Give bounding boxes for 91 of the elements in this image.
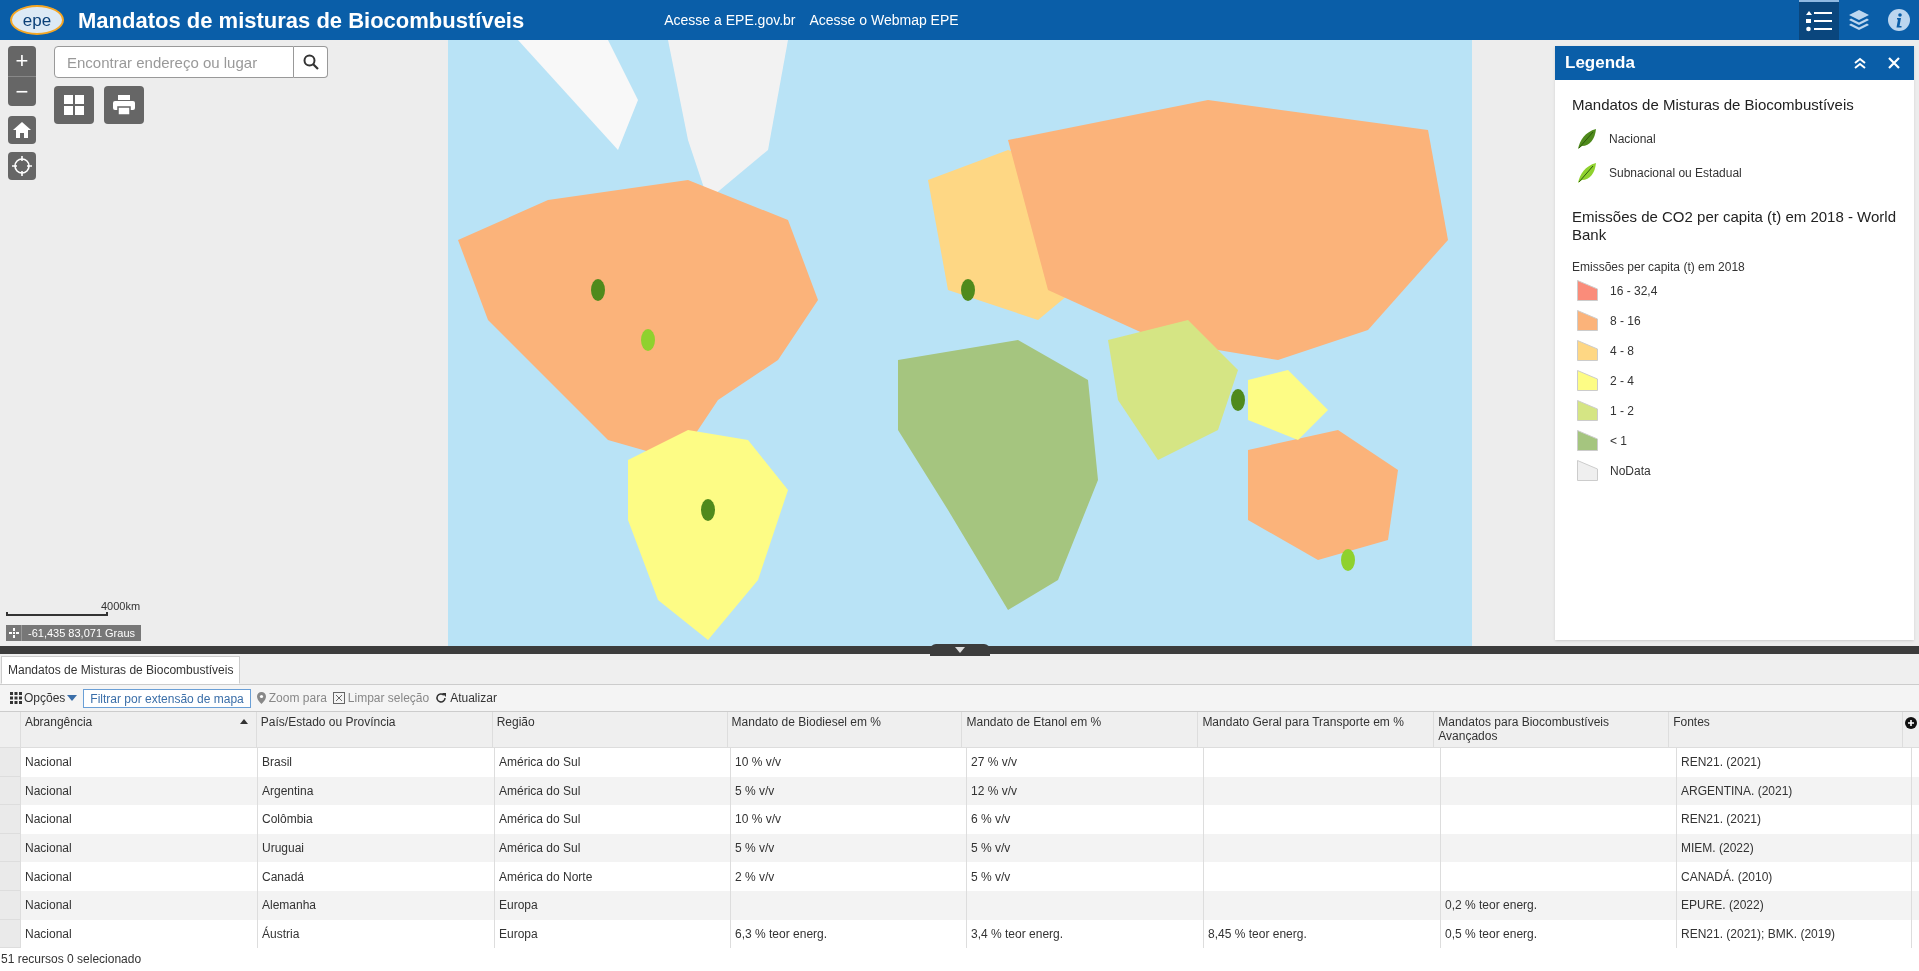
legend-layer-title: Emissões de CO2 per capita (t) em 2018 - World Bank [1572,208,1897,244]
plus-circle-icon [1905,717,1918,729]
column-header[interactable]: Abrangência [20,712,257,747]
layers-icon [1848,9,1870,31]
table-cell: 10 % v/v [731,748,967,777]
print-button[interactable] [104,86,144,124]
column-header[interactable]: Fontes [1669,712,1904,747]
column-header[interactable]: Mandato de Biodiesel em % [727,712,963,747]
legend-label: Nacional [1609,131,1656,148]
table-cell: REN21. (2021) [1677,748,1912,777]
legend-icon [1806,10,1832,32]
table-cell: América do Sul [495,805,731,834]
table-cell: Nacional [21,862,258,891]
locate-icon [12,156,32,176]
zoom-in-button[interactable]: + [8,46,36,76]
home-button[interactable] [8,116,36,144]
cross-box-icon [332,692,345,704]
filter-toggle-button[interactable]: Filtrar por extensão de mapa [83,688,251,708]
table-cell: REN21. (2021) [1677,805,1912,834]
search-field[interactable]: Encontrar endereço ou lugar [54,46,294,78]
coordinates-readout: -61,435 83,071 Graus [27,626,137,641]
table-cell: Canadá [258,862,495,891]
info-icon [1888,9,1910,31]
table-cell: Nacional [21,890,258,920]
column-header[interactable]: País/Estado ou Província [256,712,493,747]
legend-subtitle: Emissões per capita (t) em 2018 [1572,259,1746,276]
refresh-icon [435,692,448,704]
sort-ascending-icon [239,719,248,724]
legend-label: 1 - 2 [1610,402,1634,420]
logo: epe [10,5,64,35]
table-cell: Nacional [21,748,258,777]
crosshair-icon [8,628,19,638]
app-title: Mandatos de misturas de Biocombustíveis [78,6,525,35]
column-header[interactable]: Mandatos para Biocombustíveis Avançados [1434,712,1670,747]
table-cell: 3,4 % teor energ. [967,919,1204,949]
table-cell: 10 % v/v [731,805,967,834]
grid-icon [10,692,22,704]
options-button[interactable]: Opções [10,689,78,707]
table-cell: Áustria [258,919,495,949]
table-cell: América do Sul [495,748,731,777]
legend-layer-title: Mandatos de Misturas de Biocombustíveis [1572,96,1855,114]
table-cell: 27 % v/v [967,748,1204,777]
column-header[interactable]: Mandato de Etanol em % [962,712,1199,747]
panel-title: Legenda [1565,52,1635,75]
table-cell: Nacional [21,805,258,834]
legend-widget-button[interactable] [1799,0,1839,40]
table-cell: América do Norte [495,862,731,891]
printer-icon [113,95,135,115]
table-cell: Europa [495,890,731,920]
table-cell: REN21. (2021); BMK. (2019) [1677,919,1912,949]
legend-label: Subnacional ou Estadual [1609,165,1742,182]
coordinate-button[interactable] [6,625,22,641]
legend-label: 16 - 32,4 [1610,282,1658,300]
close-icon [1888,57,1900,69]
table-cell: Colômbia [258,805,495,834]
home-icon [13,122,31,138]
table-cell: 5 % v/v [967,862,1204,891]
search-icon [302,54,319,70]
scale-label: 4000km [101,601,141,612]
table-cell: Brasil [258,748,495,777]
legend-label: 8 - 16 [1610,312,1641,330]
header-link[interactable]: Acesse a EPE.gov.br [664,9,796,31]
status-text: 51 recursos 0 selecionado [0,951,143,969]
basemap-gallery-button[interactable] [54,86,94,124]
table-cell: 2 % v/v [731,862,967,891]
table-cell: 6,3 % teor energ. [731,919,967,949]
table-cell: 0,5 % teor energ. [1441,919,1677,949]
table-cell: Nacional [21,919,258,949]
refresh-button[interactable]: Atualizar [435,689,497,707]
column-header[interactable]: Mandato Geral para Transporte em % [1198,712,1435,747]
table-cell: Europa [495,919,731,949]
table-cell: 8,45 % teor energ. [1204,919,1441,949]
zoom-out-button[interactable]: − [8,76,36,106]
table-cell: Alemanha [258,890,495,920]
caret-down-icon [67,695,78,701]
table-cell: 0,2 % teor energ. [1441,890,1677,920]
table-cell: CANADÁ. (2010) [1677,862,1912,891]
location-pin-icon [256,692,266,704]
column-header[interactable]: Região [492,712,728,747]
legend-label: < 1 [1610,432,1627,450]
table-tab[interactable]: Mandatos de Misturas de Biocombustíveis [1,656,241,684]
table-cell: EPURE. (2022) [1677,890,1912,920]
header-link[interactable]: Acesse o Webmap EPE [809,9,959,31]
grid-icon [64,95,84,115]
table-cell: 6 % v/v [967,805,1204,834]
legend-label: NoData [1610,462,1651,480]
double-chevron-up-icon [1853,57,1867,69]
locate-button[interactable] [8,152,36,180]
legend-label: 4 - 8 [1610,342,1634,360]
search-button[interactable] [294,46,328,78]
legend-label: 2 - 4 [1610,372,1634,390]
